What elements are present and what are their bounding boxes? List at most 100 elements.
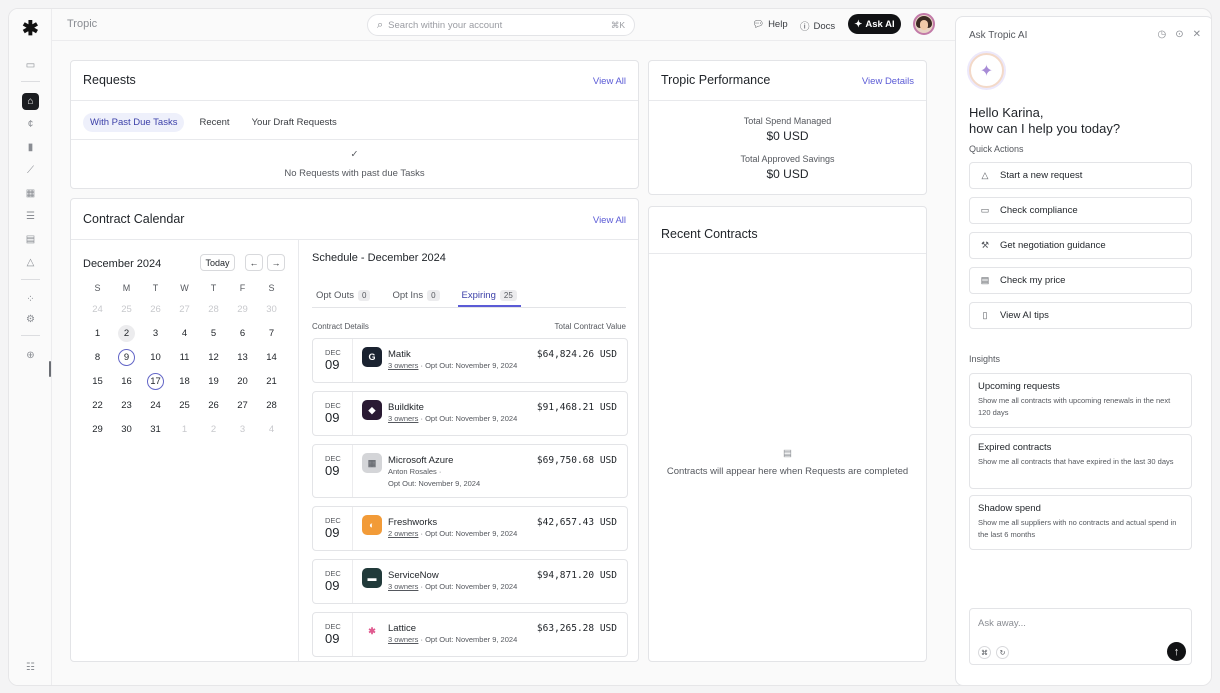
calendar-day[interactable]: 1 [83, 324, 112, 342]
contract-row[interactable]: DEC 09 ◐ Freshworks 2 owners · Opt Out: Nove… [312, 506, 628, 551]
calendar-day[interactable]: 4 [257, 420, 286, 438]
settings-icon[interactable]: ⊙ [1175, 29, 1183, 40]
calendar-day[interactable]: 27 [228, 396, 257, 414]
ask-ai-button[interactable]: ✦ Ask AI [848, 14, 901, 34]
insight-expired-contracts[interactable]: Expired contracts Show me all contracts … [969, 434, 1192, 489]
home-icon[interactable]: ⌂ [22, 93, 39, 110]
savings-icon[interactable]: ¢ [22, 116, 39, 133]
calendar-day[interactable]: 25 [170, 396, 199, 414]
calendar-day[interactable]: 2 [112, 324, 141, 342]
calendar-day[interactable]: 20 [228, 372, 257, 390]
contract-row[interactable]: DEC 09 ◆ Buildkite 3 owners · Opt Out: Novem… [312, 391, 628, 436]
calendar-day[interactable]: 21 [257, 372, 286, 390]
bell-icon[interactable]: △ [22, 254, 39, 271]
grid-icon[interactable]: ▦ [22, 185, 39, 202]
contract-row[interactable]: DEC 09 ▦ Microsoft Azure Anton Rosales · Opt … [312, 444, 628, 498]
tab-opt-ins[interactable]: Opt Ins 0 [388, 284, 443, 307]
quick-action-new-request[interactable]: △ Start a new request [969, 162, 1192, 189]
trend-icon[interactable]: ⟋ [22, 162, 39, 179]
insight-upcoming-requests[interactable]: Upcoming requests Show me all contracts … [969, 373, 1192, 428]
contract-owners-link[interactable]: 3 owners [388, 582, 418, 591]
add-icon[interactable]: ⊕ [22, 347, 39, 364]
calendar-day[interactable]: 26 [141, 300, 170, 318]
tab-opt-outs[interactable]: Opt Outs 0 [312, 284, 374, 307]
contract-row[interactable]: DEC 09 ✱ Lattice 3 owners · Opt Out: Novembe… [312, 612, 628, 657]
calendar-day[interactable]: 13 [228, 348, 257, 366]
avatar[interactable] [913, 13, 935, 35]
calendar-day[interactable]: 5 [199, 324, 228, 342]
quick-action-price[interactable]: ▤ Check my price [969, 267, 1192, 294]
calendar-day[interactable]: 29 [83, 420, 112, 438]
help-link[interactable]: 💬︎ Help [752, 19, 788, 30]
close-icon[interactable]: ✕ [1193, 29, 1201, 40]
requests-view-all-link[interactable]: View All [593, 76, 626, 87]
command-icon[interactable]: ⌘ [978, 646, 991, 659]
bar-chart-icon[interactable]: ▮ [22, 139, 39, 156]
calendar-day[interactable]: 14 [257, 348, 286, 366]
ai-chat-input[interactable]: Ask away... ⌘ ↻ ↑ [969, 608, 1192, 665]
apps-icon[interactable]: ⁘ [22, 291, 39, 308]
calendar-day[interactable]: 11 [170, 348, 199, 366]
calendar-day[interactable]: 24 [83, 300, 112, 318]
calendar-day[interactable]: 12 [199, 348, 228, 366]
tab-recent[interactable]: Recent [192, 113, 236, 132]
docs-link[interactable]: ⓘ Docs [800, 19, 835, 34]
today-button[interactable]: Today [200, 254, 235, 271]
calendar-day[interactable]: 23 [112, 396, 141, 414]
resize-handle[interactable] [49, 361, 51, 377]
calendar-day[interactable]: 31 [141, 420, 170, 438]
calendar-day[interactable]: 29 [228, 300, 257, 318]
tab-past-due[interactable]: With Past Due Tasks [83, 113, 185, 132]
insight-shadow-spend[interactable]: Shadow spend Show me all suppliers with … [969, 495, 1192, 550]
search-input[interactable]: ⌕ Search within your account ⌘K [367, 14, 635, 36]
calendar-day[interactable]: 25 [112, 300, 141, 318]
contract-row[interactable]: DEC 09 G Matik 3 owners · Opt Out: November … [312, 338, 628, 383]
tropic-logo-icon[interactable]: ✱ [22, 16, 39, 41]
contract-owners-link[interactable]: 2 owners [388, 529, 418, 538]
server-icon[interactable]: ☷ [22, 659, 39, 676]
calendar-day[interactable]: 28 [199, 300, 228, 318]
calendar-day[interactable]: 9 [112, 348, 141, 366]
sidebar-toggle-icon[interactable]: ▭ [22, 57, 39, 74]
calendar-day[interactable]: 6 [228, 324, 257, 342]
calendar-day[interactable]: 1 [170, 420, 199, 438]
tab-expiring[interactable]: Expiring 25 [457, 284, 521, 307]
calendar-day[interactable]: 10 [141, 348, 170, 366]
calendar-day[interactable]: 2 [199, 420, 228, 438]
contract-owners-link[interactable]: 3 owners [388, 414, 418, 423]
settings-icon[interactable]: ⚙ [22, 311, 39, 328]
calendar-day[interactable]: 16 [112, 372, 141, 390]
calendar-day[interactable]: 30 [257, 300, 286, 318]
next-month-button[interactable]: → [267, 254, 285, 271]
tab-draft-requests[interactable]: Your Draft Requests [245, 113, 344, 132]
quick-action-negotiation[interactable]: ⚒ Get negotiation guidance [969, 232, 1192, 259]
calendar-day[interactable]: 22 [83, 396, 112, 414]
calendar-day[interactable]: 26 [199, 396, 228, 414]
calendar-day[interactable]: 17 [141, 372, 170, 390]
calendar-day[interactable]: 27 [170, 300, 199, 318]
calendar-day[interactable]: 18 [170, 372, 199, 390]
contract-owners-link[interactable]: 3 owners [388, 635, 418, 644]
calendar-day[interactable]: 28 [257, 396, 286, 414]
calendar-day[interactable]: 7 [257, 324, 286, 342]
quick-action-compliance[interactable]: ▭ Check compliance [969, 197, 1192, 224]
calendar-day[interactable]: 15 [83, 372, 112, 390]
quick-action-ai-tips[interactable]: ▯ View AI tips [969, 302, 1192, 329]
contract-owners-link[interactable]: 3 owners [388, 361, 418, 370]
calendar-day[interactable]: 24 [141, 396, 170, 414]
calendar-day[interactable]: 8 [83, 348, 112, 366]
prev-month-button[interactable]: ← [245, 254, 263, 271]
calendar-day[interactable]: 4 [170, 324, 199, 342]
view-details-link[interactable]: View Details [862, 76, 914, 87]
calendar-day[interactable]: 3 [228, 420, 257, 438]
calendar-day[interactable]: 3 [141, 324, 170, 342]
calendar-view-all-link[interactable]: View All [593, 215, 626, 226]
database-icon[interactable]: ☰ [22, 208, 39, 225]
calendar-day[interactable]: 30 [112, 420, 141, 438]
send-button[interactable]: ↑ [1167, 642, 1186, 661]
history-icon[interactable]: ◷ [1157, 29, 1166, 40]
refresh-icon[interactable]: ↻ [996, 646, 1009, 659]
contract-row[interactable]: DEC 09 ▬ ServiceNow 3 owners · Opt Out: Nove… [312, 559, 628, 604]
calendar-day[interactable]: 19 [199, 372, 228, 390]
document-icon[interactable]: ▤ [22, 231, 39, 248]
